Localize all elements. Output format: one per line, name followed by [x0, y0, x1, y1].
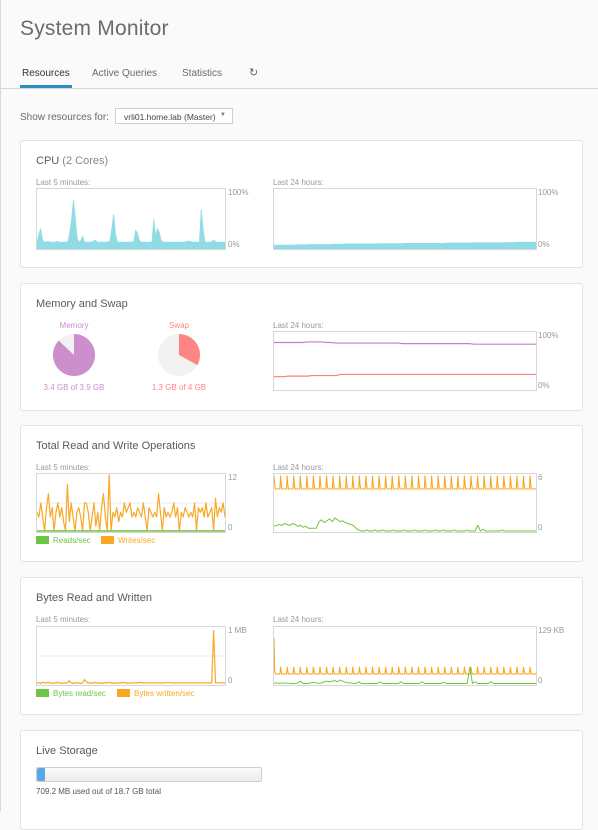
tab-bar: Resources Active Queries Statistics ↻ — [1, 60, 598, 89]
active-tab-indicator — [20, 85, 72, 88]
memory-pie-label: Memory — [59, 321, 89, 330]
legend-reads-label: Reads/sec — [53, 536, 91, 545]
cpu-cores: (2 Cores) — [62, 155, 109, 167]
bytes-long-label: Last 24 hours: — [273, 615, 324, 624]
cpu-panel: CPU (2 Cores) Last 5 minutes: 100% 0% La… — [20, 140, 583, 268]
ops-title: Total Read and Write Operations — [36, 440, 196, 452]
show-resources-label: Show resources for: — [20, 112, 109, 123]
bytes-short-label: Last 5 minutes: — [36, 615, 91, 624]
bytes-written-short-line — [37, 630, 225, 685]
swap-pie — [158, 334, 200, 376]
tab-resources[interactable]: Resources — [22, 68, 70, 79]
bytes-title: Bytes Read and Written — [36, 592, 152, 604]
ops-short-label: Last 5 minutes: — [36, 463, 91, 472]
refresh-icon[interactable]: ↻ — [249, 66, 258, 79]
cpu-long-ymin: 0% — [538, 240, 550, 249]
memory-panel: Memory and Swap Memory 3.4 GB of 3.9 GB … — [20, 283, 583, 411]
ops-short-ymax: 12 — [228, 473, 237, 482]
storage-usage-text: 709.2 MB used out of 18.7 GB total — [36, 787, 161, 796]
ops-writes-long-line — [274, 475, 536, 490]
cpu-long-label: Last 24 hours: — [273, 178, 324, 187]
bytes-panel: Bytes Read and Written Last 5 minutes: 1… — [20, 577, 583, 715]
bytes-long-ymax: 129 KB — [538, 626, 565, 635]
caret-down-icon: ▼ — [220, 112, 226, 118]
legend-bytes-read-swatch — [36, 689, 49, 697]
cpu-short-chart — [36, 188, 226, 250]
memory-title: Memory and Swap — [36, 298, 128, 310]
memory-long-chart — [273, 331, 537, 391]
cpu-title-text: CPU — [36, 155, 60, 167]
storage-progress-fill — [37, 768, 46, 781]
host-select-value: vrli01.home.lab (Master) — [124, 112, 216, 122]
bytes-short-ymin: 0 — [228, 676, 233, 685]
ops-reads-long-line — [274, 517, 536, 532]
ops-long-ymax: 6 — [538, 473, 543, 482]
legend-writes-swatch — [101, 536, 114, 544]
legend-reads-swatch — [36, 536, 49, 544]
swap-line — [274, 373, 536, 378]
ops-long-chart — [273, 473, 537, 533]
ops-long-label: Last 24 hours: — [273, 463, 324, 472]
legend-writes-label: Writes/sec — [118, 536, 156, 545]
ops-panel: Total Read and Write Operations Last 5 m… — [20, 425, 583, 562]
memory-pie — [52, 334, 95, 376]
cpu-title: CPU (2 Cores) — [36, 155, 108, 167]
ops-long-ymin: 0 — [538, 523, 543, 532]
bytes-long-chart — [273, 626, 537, 686]
tab-statistics[interactable]: Statistics — [182, 68, 222, 79]
memory-usage-text: 3.4 GB of 3.9 GB — [43, 383, 105, 392]
ops-short-ymin: 0 — [228, 523, 233, 532]
storage-panel: Live Storage 709.2 MB used out of 18.7 G… — [20, 730, 583, 830]
memory-long-label: Last 24 hours: — [273, 321, 324, 330]
cpu-short-label: Last 5 minutes: — [36, 178, 91, 187]
bytes-written-long-line — [274, 638, 536, 675]
swap-usage-text: 1.3 GB of 4 GB — [151, 383, 207, 392]
memory-long-ymin: 0% — [538, 381, 550, 390]
bytes-long-ymin: 0 — [538, 676, 543, 685]
cpu-short-ymin: 0% — [228, 240, 240, 249]
storage-progress-bar — [36, 767, 262, 782]
memory-line — [274, 341, 536, 345]
swap-pie-label: Swap — [168, 321, 189, 330]
cpu-long-area — [274, 241, 536, 249]
legend-bytes-written-swatch — [117, 689, 130, 697]
cpu-long-ymax: 100% — [538, 188, 559, 197]
memory-long-ymax: 100% — [538, 331, 559, 340]
bytes-short-chart — [36, 626, 226, 686]
cpu-short-area — [37, 199, 225, 249]
host-select[interactable]: vrli01.home.lab (Master) ▼ — [115, 108, 233, 124]
bytes-short-ymax: 1 MB — [228, 626, 247, 635]
legend-bytes-read-label: Bytes read/sec — [53, 689, 106, 698]
legend-bytes-written-label: Bytes written/sec — [134, 689, 195, 698]
cpu-short-ymax: 100% — [228, 188, 249, 197]
storage-title: Live Storage — [36, 745, 98, 757]
page-title: System Monitor — [20, 17, 169, 40]
ops-short-chart — [36, 473, 226, 533]
cpu-long-chart — [273, 188, 537, 250]
tab-active-queries[interactable]: Active Queries — [92, 68, 157, 79]
